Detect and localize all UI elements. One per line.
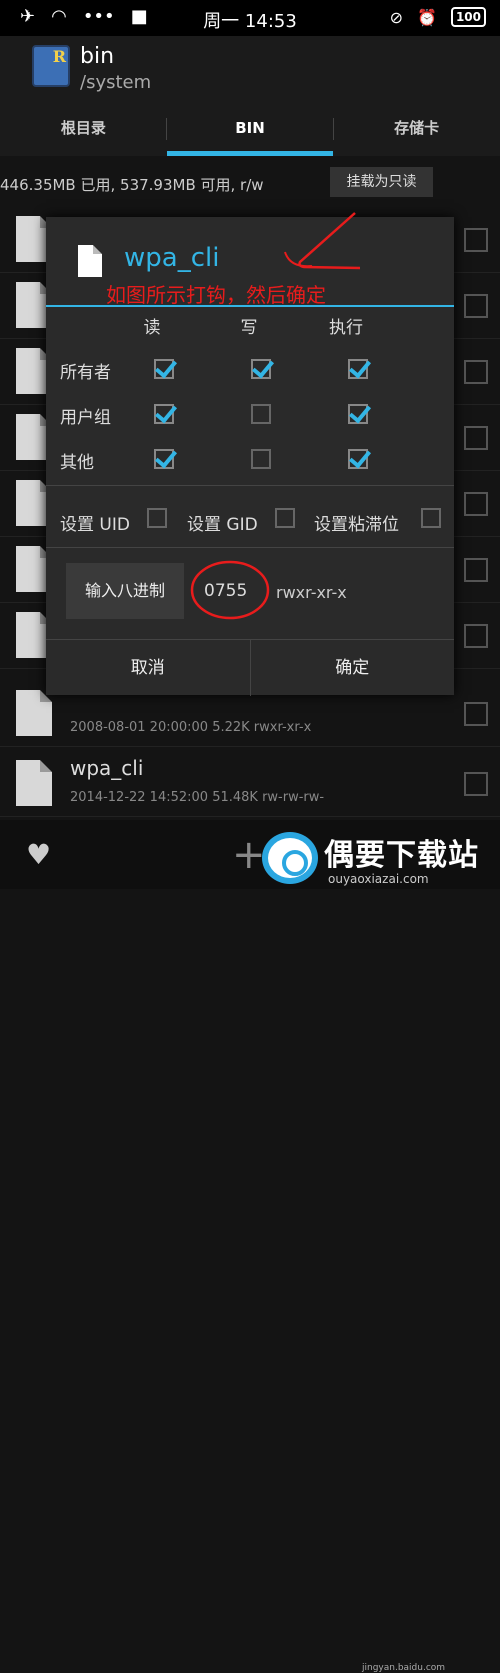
tab-sdcard[interactable]: 存储卡 (333, 106, 500, 156)
watermark: 偶要下载站 ouyaoxiazai.com jingyan.baidu.com (262, 830, 500, 1673)
group-execute-checkbox[interactable] (348, 404, 368, 424)
enter-octal-button[interactable]: 输入八进制 (66, 563, 184, 619)
confirm-button[interactable]: 确定 (249, 640, 455, 696)
select-checkbox[interactable] (464, 772, 488, 796)
storage-info: 446.35MB 已用, 537.93MB 可用, r/w 挂载为只读 (0, 160, 500, 204)
battery-icon: 100 (450, 7, 486, 27)
status-bar: ✈ ◠ ••• ■ 周一 14:53 ⊘ ⏰ 100 (0, 0, 500, 36)
watermark-text: 偶要下载站 (324, 838, 479, 873)
watermark-url: ouyaoxiazai.com (328, 872, 429, 886)
column-write: 写 (240, 318, 258, 338)
dialog-header: wpa_cli 如图所示打钩，然后确定 (46, 217, 454, 307)
alarm-icon: ⏰ (417, 7, 437, 27)
set-gid-label: 设置 GID (187, 515, 258, 535)
file-meta: 2014-12-22 14:52:00 51.48K rw-rw-rw- (70, 790, 325, 805)
owner-execute-checkbox[interactable] (348, 359, 368, 379)
storage-text: 446.35MB 已用, 537.93MB 可用, r/w (0, 176, 264, 194)
permission-string: rwxr-xr-x (276, 583, 347, 602)
select-checkbox[interactable] (464, 558, 488, 582)
set-uid-label: 设置 UID (60, 515, 130, 535)
set-gid-checkbox[interactable] (275, 508, 295, 528)
add-icon[interactable]: + (232, 832, 266, 878)
section-divider (46, 547, 454, 548)
tab-bar: 根目录 BIN 存储卡 (0, 106, 500, 156)
row-others: 其他 (60, 453, 94, 473)
column-read: 读 (143, 318, 161, 338)
owner-read-checkbox[interactable] (154, 359, 174, 379)
others-execute-checkbox[interactable] (348, 449, 368, 469)
owner-write-checkbox[interactable] (251, 359, 271, 379)
dialog-button-bar: 取消 确定 (46, 639, 454, 696)
others-read-checkbox[interactable] (154, 449, 174, 469)
permissions-dialog: wpa_cli 如图所示打钩，然后确定 读 写 执行 所有者 用户组 其他 设置… (46, 217, 454, 696)
header-divider (46, 305, 454, 307)
section-divider (46, 485, 454, 486)
select-checkbox[interactable] (464, 426, 488, 450)
list-item[interactable]: wpa_cli 2014-12-22 14:52:00 51.48K rw-rw… (0, 750, 500, 817)
annotation-text: 如图所示打钩，然后确定 (106, 283, 326, 307)
select-checkbox[interactable] (464, 702, 488, 726)
group-write-checkbox[interactable] (251, 404, 271, 424)
watermark-logo-icon (262, 832, 318, 884)
dialog-title: wpa_cli (124, 243, 220, 273)
tab-divider (333, 118, 334, 140)
favorite-icon[interactable]: ♥ (26, 838, 51, 871)
folder-path: /system (80, 72, 152, 93)
set-uid-checkbox[interactable] (147, 508, 167, 528)
row-owner: 所有者 (60, 363, 111, 383)
tab-root[interactable]: 根目录 (0, 106, 167, 156)
column-execute: 执行 (329, 318, 363, 338)
mute-icon: ⊘ (389, 7, 404, 27)
watermark-source: jingyan.baidu.com (362, 1663, 446, 1673)
file-icon (16, 760, 52, 806)
select-checkbox[interactable] (464, 228, 488, 252)
mount-readonly-button[interactable]: 挂载为只读 (330, 167, 433, 197)
app-icon[interactable]: R (32, 45, 70, 87)
select-checkbox[interactable] (464, 624, 488, 648)
select-checkbox[interactable] (464, 492, 488, 516)
folder-title: bin (80, 44, 115, 69)
others-write-checkbox[interactable] (251, 449, 271, 469)
group-read-checkbox[interactable] (154, 404, 174, 424)
file-icon (16, 690, 52, 736)
sticky-bit-label: 设置粘滞位 (314, 515, 399, 535)
row-group: 用户组 (60, 408, 111, 428)
tab-bin[interactable]: BIN (166, 106, 334, 156)
file-icon (78, 245, 102, 277)
file-meta: 2008-08-01 20:00:00 5.22K rwxr-xr-x (70, 720, 312, 735)
sticky-bit-checkbox[interactable] (421, 508, 441, 528)
select-checkbox[interactable] (464, 294, 488, 318)
tab-divider (166, 118, 167, 140)
select-checkbox[interactable] (464, 360, 488, 384)
action-bar (0, 36, 500, 106)
octal-value: 0755 (204, 581, 248, 601)
file-name: wpa_cli (70, 756, 144, 780)
cancel-button[interactable]: 取消 (46, 640, 250, 696)
